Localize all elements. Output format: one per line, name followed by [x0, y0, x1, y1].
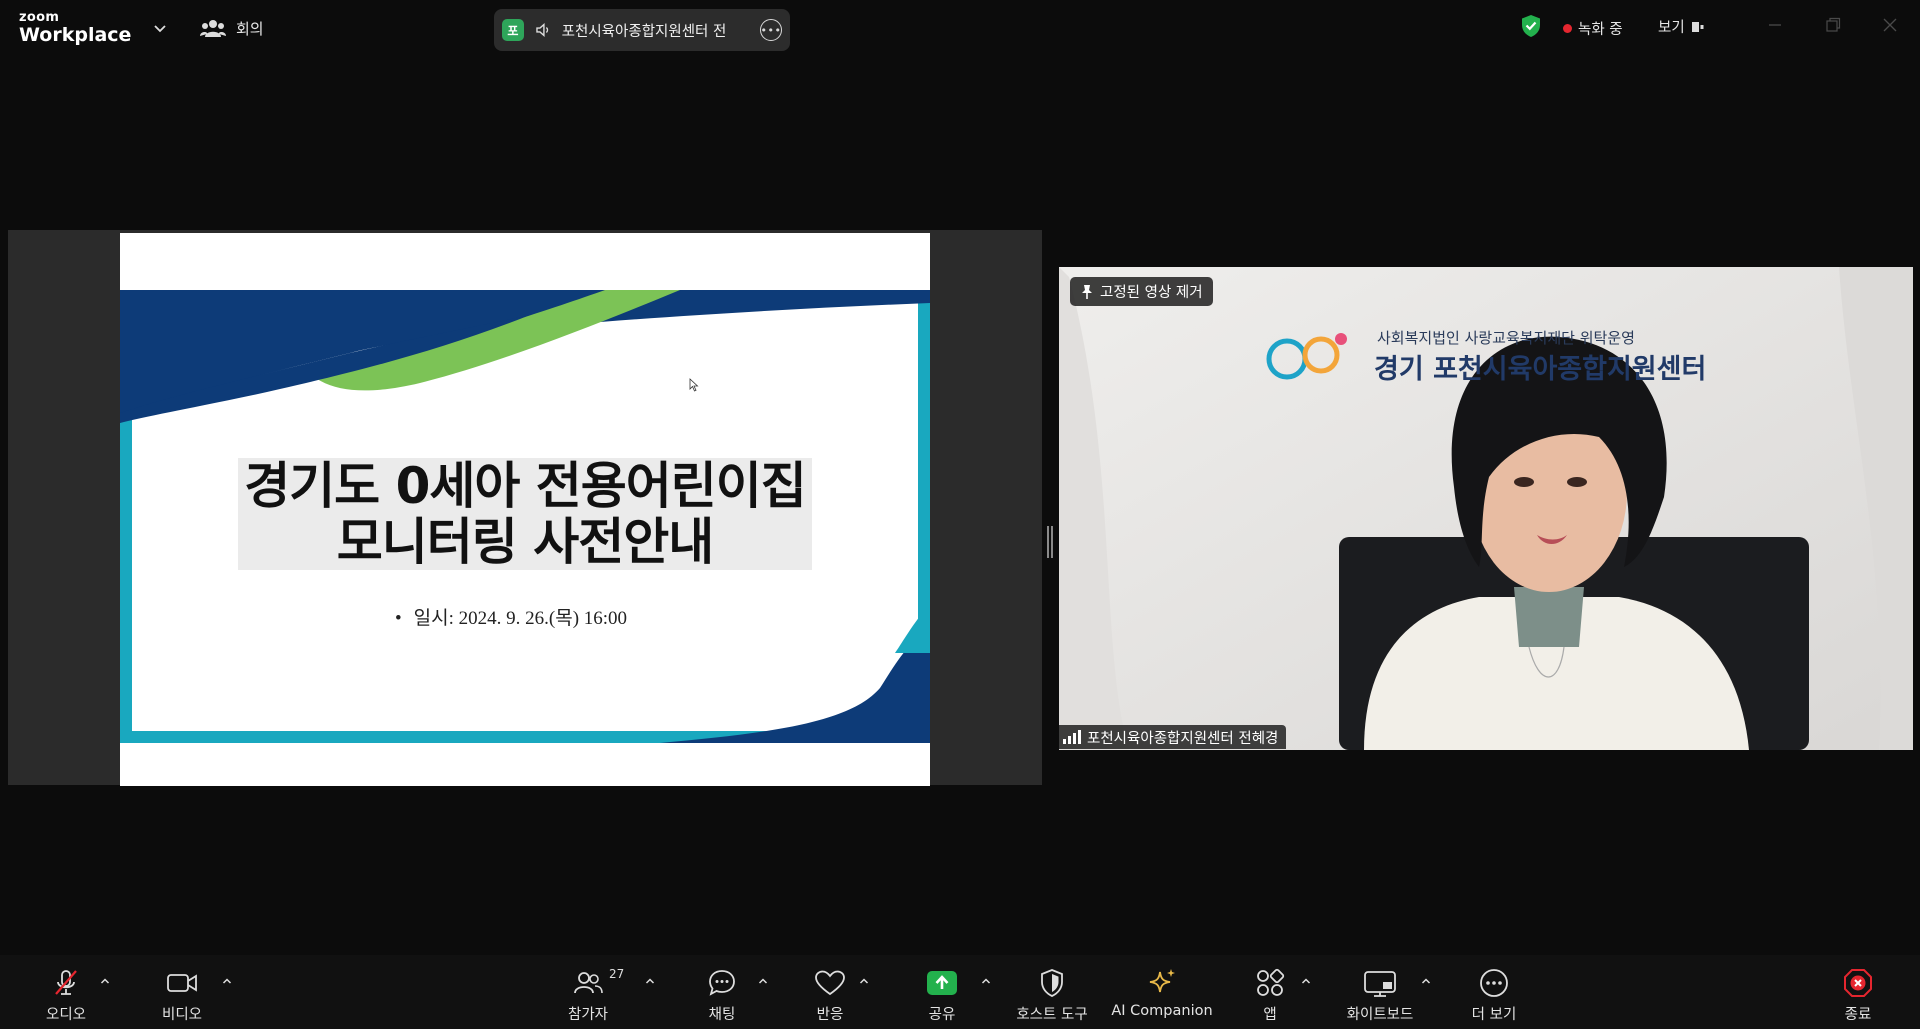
- microphone-muted-icon: [55, 970, 77, 995]
- meeting-tab[interactable]: 회의: [200, 15, 264, 41]
- end-label: 종료: [1844, 1007, 1872, 1023]
- whiteboard-options-caret-icon[interactable]: [1420, 975, 1432, 987]
- remove-pinned-video-button[interactable]: 고정된 영상 제거: [1070, 277, 1213, 306]
- apps-icon: [1257, 968, 1285, 996]
- participant-name-label: 포천시육아종합지원센터 전혜경: [1059, 725, 1287, 749]
- view-layout-icon: [1691, 20, 1705, 34]
- slide-date-line: • 일시: 2024. 9. 26.(목) 16:00: [395, 603, 627, 630]
- heart-icon: [815, 970, 845, 996]
- end-meeting-icon: [1844, 969, 1872, 997]
- title-bar: zoom Workplace 회의 포 포천시육아종합지원센터 전 ••• 녹화…: [0, 0, 1920, 55]
- recording-indicator[interactable]: 녹화 중: [1563, 18, 1623, 39]
- panel-resize-handle[interactable]: [1047, 526, 1053, 558]
- ai-sparkle-icon: [1149, 969, 1175, 993]
- participants-icon: [574, 972, 603, 994]
- reactions-label: 반응: [816, 1007, 844, 1023]
- slide-date-text: 일시: 2024. 9. 26.(목) 16:00: [413, 608, 628, 629]
- chevron-down-icon[interactable]: [151, 19, 169, 37]
- minimize-icon[interactable]: [1764, 14, 1786, 36]
- participants-options-caret-icon[interactable]: [644, 975, 656, 987]
- zoom-workplace-logo[interactable]: zoom Workplace: [19, 11, 131, 45]
- people-icon: [200, 20, 226, 37]
- more-options-icon[interactable]: •••: [760, 19, 782, 41]
- chat-button[interactable]: 채팅: [702, 955, 742, 1029]
- meeting-toolbar: 오디오 비디오 27 참가자 채팅 반응 공유 호스트 도구 AI Compan…: [0, 955, 1920, 1029]
- apps-options-caret-icon[interactable]: [1300, 975, 1312, 987]
- view-label: 보기: [1658, 20, 1685, 36]
- video-button[interactable]: 비디오: [152, 955, 212, 1029]
- more-icon: [1480, 969, 1508, 997]
- share-button[interactable]: 공유: [922, 955, 962, 1029]
- more-button[interactable]: 더 보기: [1464, 955, 1524, 1029]
- ai-companion-label: AI Companion: [1111, 1003, 1213, 1019]
- close-window-icon[interactable]: [1879, 14, 1901, 36]
- pin-label-text: 고정된 영상 제거: [1100, 285, 1203, 301]
- audio-label: 오디오: [45, 1007, 87, 1023]
- recording-dot-icon: [1563, 24, 1572, 33]
- host-tools-button[interactable]: 호스트 도구: [1012, 955, 1092, 1029]
- audio-button[interactable]: 오디오: [38, 955, 94, 1029]
- slide-title: 경기도 0세아 전용어린이집 모니터링 사전안내: [120, 458, 930, 570]
- meeting-tab-label: 회의: [236, 19, 264, 38]
- video-banner-line2: 경기 포천시육아종합지원센터: [1374, 354, 1707, 385]
- video-options-caret-icon[interactable]: [221, 975, 233, 987]
- speaker-avatar: 포: [502, 19, 524, 41]
- participants-label: 참가자: [567, 1007, 609, 1023]
- brand-workplace-text: Workplace: [19, 24, 132, 46]
- share-label: 공유: [928, 1007, 956, 1023]
- host-tools-label: 호스트 도구: [1016, 1007, 1088, 1023]
- speaker-name: 포천시육아종합지원센터 전: [561, 23, 727, 40]
- encryption-shield-icon[interactable]: [1520, 14, 1542, 38]
- participant-video-tile[interactable]: 사회복지법인 사랑교육복지재단 위탁운영 경기 포천시육아종합지원센터: [1059, 267, 1913, 750]
- ai-companion-button[interactable]: AI Companion: [1111, 955, 1213, 1029]
- video-banner-line1: 사회복지법인 사랑교육복지재단 위탁운영: [1377, 329, 1635, 347]
- chat-options-caret-icon[interactable]: [757, 975, 769, 987]
- restore-icon[interactable]: [1822, 14, 1844, 36]
- end-meeting-button[interactable]: 종료: [1840, 955, 1876, 1029]
- active-speaker-indicator[interactable]: 포 포천시육아종합지원센터 전 •••: [494, 9, 790, 51]
- apps-label: 앱: [1263, 1007, 1277, 1023]
- shield-icon: [1041, 969, 1063, 997]
- participants-button[interactable]: 27 참가자: [560, 955, 624, 1029]
- video-label: 비디오: [161, 1007, 203, 1023]
- more-label: 더 보기: [1471, 1007, 1517, 1023]
- bullet: •: [395, 608, 402, 629]
- video-camera-icon: [167, 974, 197, 992]
- signal-strength-icon: [1063, 730, 1081, 744]
- apps-button[interactable]: 앱: [1255, 955, 1285, 1029]
- share-screen-icon: [927, 971, 957, 995]
- brand-zoom-text: zoom: [19, 10, 60, 25]
- mouse-cursor-icon: [689, 378, 699, 392]
- presentation-slide: 경기도 0세아 전용어린이집 모니터링 사전안내 • 일시: 2024. 9. 2…: [120, 233, 930, 786]
- whiteboard-icon: [1364, 971, 1396, 997]
- reactions-options-caret-icon[interactable]: [858, 975, 870, 987]
- audio-options-caret-icon[interactable]: [99, 975, 111, 987]
- speaker-volume-icon: [536, 23, 549, 37]
- participant-name: 포천시육아종합지원센터 전혜경: [1087, 730, 1279, 747]
- reactions-button[interactable]: 반응: [810, 955, 850, 1029]
- share-options-caret-icon[interactable]: [980, 975, 992, 987]
- chat-label: 채팅: [708, 1007, 736, 1023]
- view-menu-button[interactable]: 보기: [1658, 16, 1705, 37]
- chat-icon: [709, 970, 735, 996]
- pin-icon: [1082, 284, 1092, 299]
- whiteboard-label: 화이트보드: [1346, 1007, 1414, 1023]
- participants-count: 27: [609, 967, 625, 981]
- whiteboard-button[interactable]: 화이트보드: [1340, 955, 1420, 1029]
- slide-title-line2: 모니터링 사전안내: [336, 513, 714, 571]
- recording-label: 녹화 중: [1578, 22, 1623, 38]
- slide-title-line1: 경기도 0세아 전용어린이집: [244, 457, 807, 515]
